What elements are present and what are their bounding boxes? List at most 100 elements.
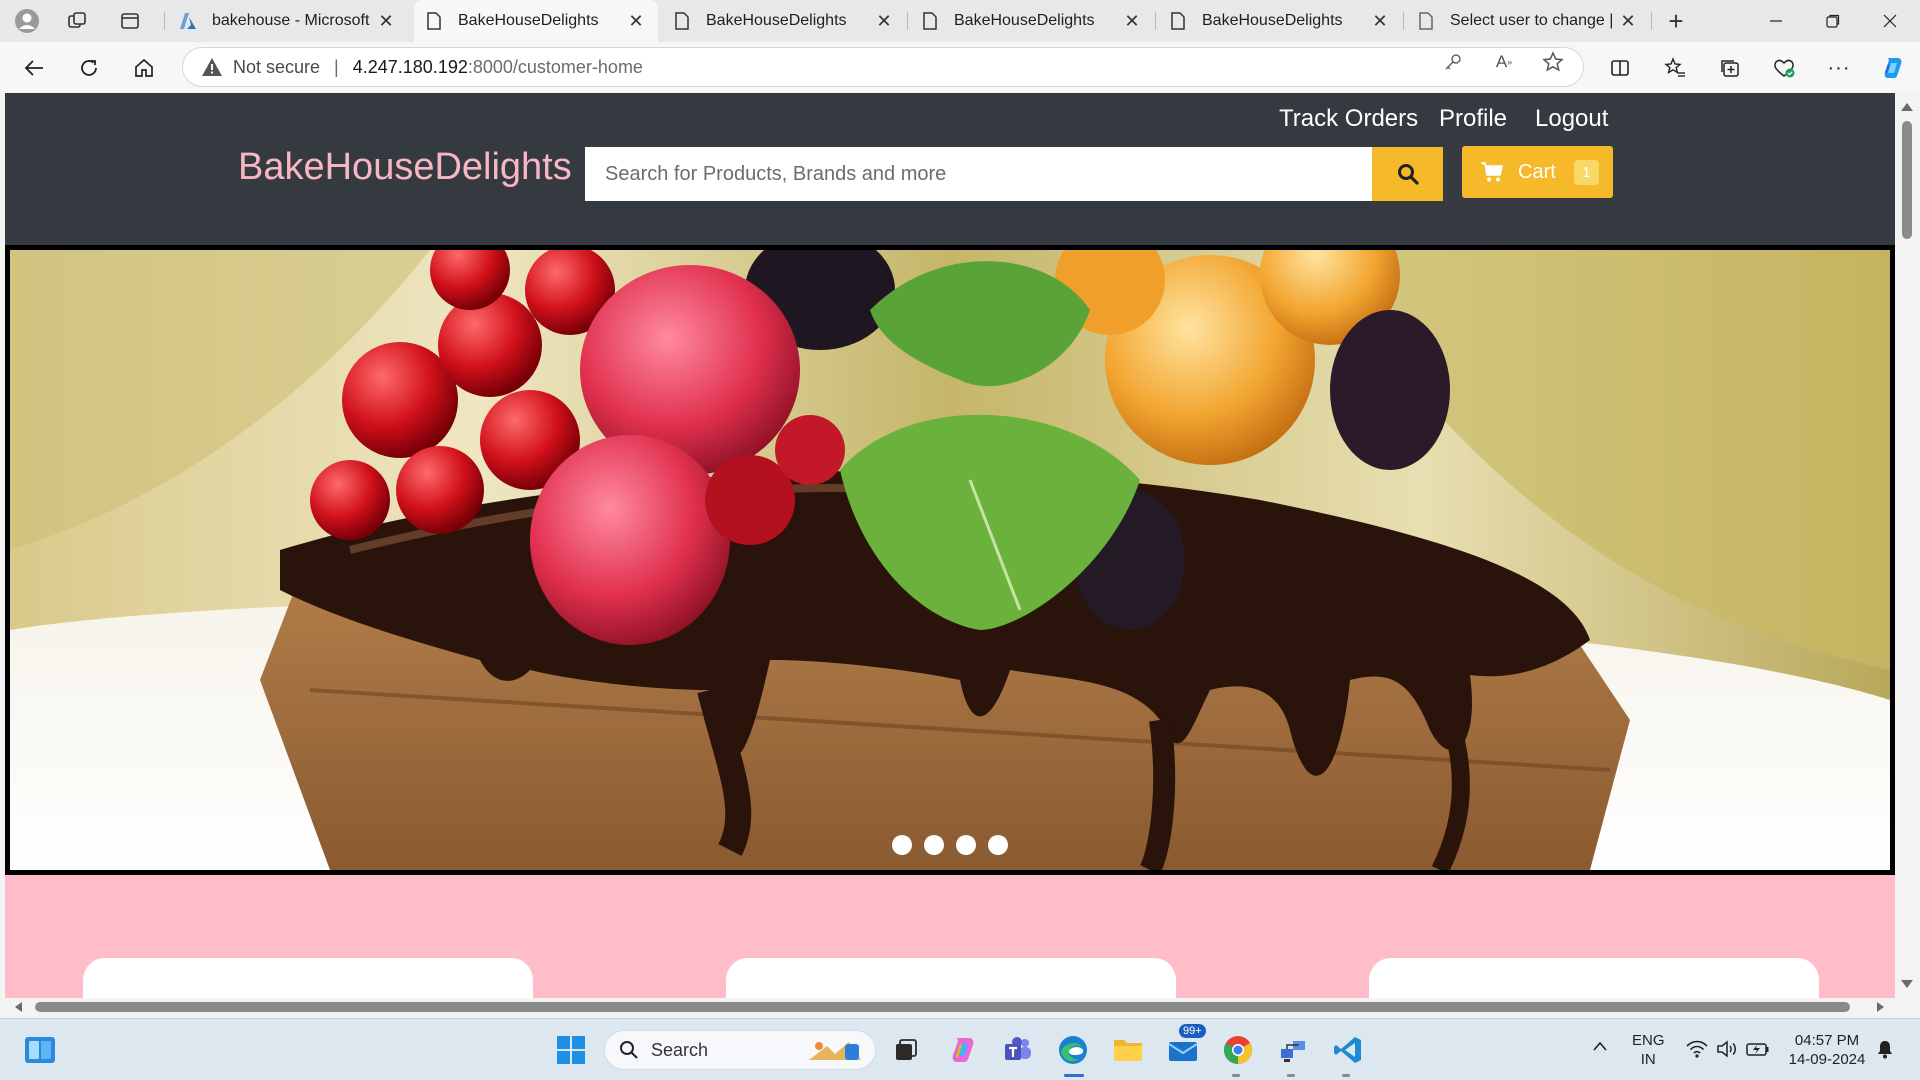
close-icon[interactable]: ✕	[1122, 11, 1142, 32]
vscode-icon[interactable]	[1330, 1032, 1366, 1068]
close-icon[interactable]: ✕	[1370, 11, 1390, 32]
browser-tab-strip: bakehouse - Microsoft Az ✕ BakeHouseDeli…	[0, 0, 1920, 42]
widgets-icon[interactable]	[22, 1032, 58, 1068]
refresh-icon[interactable]	[72, 51, 106, 85]
more-menu-icon[interactable]: ···	[1825, 54, 1853, 82]
vertical-tabs-icon[interactable]	[116, 7, 144, 35]
product-card[interactable]	[726, 958, 1176, 998]
horizontal-scroll-thumb[interactable]	[35, 1002, 1850, 1012]
language-indicator[interactable]: ENG IN	[1632, 1031, 1665, 1069]
windows-start-icon[interactable]	[553, 1032, 589, 1068]
tab-title: bakehouse - Microsoft Az	[212, 12, 370, 29]
edge-icon[interactable]	[1055, 1032, 1091, 1068]
read-aloud-icon[interactable]: A»	[1493, 51, 1515, 73]
browser-essentials-icon[interactable]	[1770, 54, 1798, 82]
cart-count-badge: 1	[1573, 159, 1599, 185]
close-icon[interactable]: ✕	[1618, 11, 1638, 32]
product-card[interactable]	[1369, 958, 1819, 998]
volume-icon[interactable]	[1716, 1040, 1738, 1062]
notification-bell-icon[interactable]	[1876, 1039, 1894, 1063]
page-icon	[675, 12, 689, 30]
page-icon	[1419, 12, 1433, 30]
tab-title: BakeHouseDelights	[706, 12, 847, 29]
carousel-dot-4[interactable]	[988, 835, 1008, 855]
tab-divider	[1651, 12, 1652, 30]
profile-link[interactable]: Profile	[1439, 105, 1507, 133]
search-input[interactable]	[585, 147, 1373, 201]
tab-django-admin[interactable]: Select user to change | Dj ✕	[1406, 0, 1650, 42]
logout-link[interactable]: Logout	[1535, 105, 1608, 133]
page-icon	[427, 12, 441, 30]
brand-logo[interactable]: BakeHouseDelights	[238, 146, 572, 189]
password-key-icon[interactable]	[1442, 51, 1464, 73]
product-card[interactable]	[83, 958, 533, 998]
clock-date: 14-09-2024	[1788, 1051, 1866, 1068]
carousel-dot-1[interactable]	[892, 835, 912, 855]
new-tab-icon[interactable]: +	[1662, 6, 1690, 36]
scroll-left-icon[interactable]	[15, 1002, 22, 1012]
favorite-star-icon[interactable]	[1542, 51, 1564, 73]
tab-bakehouse-4[interactable]: BakeHouseDelights ✕	[1158, 0, 1402, 42]
mail-icon[interactable]: 99+	[1165, 1024, 1206, 1068]
show-hidden-icons[interactable]	[1592, 1039, 1608, 1057]
vertical-scrollbar[interactable]	[1895, 93, 1920, 998]
tab-divider	[1155, 12, 1156, 30]
back-icon[interactable]	[17, 51, 51, 85]
azure-icon	[180, 13, 196, 29]
restore-icon[interactable]	[1805, 0, 1861, 42]
wifi-icon[interactable]	[1686, 1040, 1708, 1062]
scroll-up-icon[interactable]	[1901, 103, 1913, 111]
url-host[interactable]: 4.247.180.192	[353, 57, 468, 78]
workspaces-icon[interactable]	[63, 7, 91, 35]
copilot-taskbar-icon[interactable]	[945, 1032, 981, 1068]
tab-bakehouse-2[interactable]: BakeHouseDelights ✕	[662, 0, 906, 42]
tab-title: BakeHouseDelights	[954, 12, 1095, 29]
taskbar-search[interactable]: Search	[604, 1030, 876, 1070]
minimize-icon[interactable]	[1748, 0, 1804, 42]
cart-label: Cart	[1518, 160, 1556, 183]
tab-bakehouse-active[interactable]: BakeHouseDelights ✕	[414, 0, 658, 42]
file-explorer-icon[interactable]	[1110, 1032, 1146, 1068]
close-window-icon[interactable]	[1862, 0, 1918, 42]
carousel-dot-2[interactable]	[924, 835, 944, 855]
battery-icon[interactable]	[1746, 1040, 1770, 1062]
home-icon[interactable]	[127, 51, 161, 85]
favorites-icon[interactable]	[1661, 54, 1689, 82]
url-path[interactable]: :8000/customer-home	[468, 57, 643, 78]
scroll-down-icon[interactable]	[1901, 980, 1913, 988]
copilot-icon[interactable]	[1879, 54, 1907, 82]
page-icon	[1171, 12, 1185, 30]
security-label[interactable]: Not secure	[233, 57, 320, 78]
close-icon[interactable]: ✕	[376, 11, 396, 32]
clock[interactable]: 04:57 PM 14-09-2024	[1784, 1031, 1870, 1069]
tab-title: BakeHouseDelights	[458, 12, 599, 29]
horizontal-scrollbar[interactable]	[5, 998, 1895, 1016]
split-screen-icon[interactable]	[1606, 54, 1634, 82]
close-icon[interactable]: ✕	[874, 11, 894, 32]
tab-bakehouse-3[interactable]: BakeHouseDelights ✕	[910, 0, 1154, 42]
warning-icon[interactable]	[201, 56, 223, 78]
network-app-icon[interactable]	[1275, 1032, 1311, 1068]
teams-icon[interactable]	[1000, 1032, 1036, 1068]
profile-icon[interactable]	[13, 7, 41, 35]
page-viewport: Track Orders Profile Logout BakeHouseDel…	[5, 93, 1895, 998]
tab-azure[interactable]: bakehouse - Microsoft Az ✕	[168, 0, 408, 42]
cart-button[interactable]: Cart 1	[1462, 146, 1613, 198]
scroll-right-icon[interactable]	[1877, 1002, 1884, 1012]
active-app-indicator	[1064, 1074, 1084, 1077]
chrome-icon[interactable]	[1220, 1032, 1256, 1068]
carousel-indicators	[5, 835, 1895, 855]
track-orders-link[interactable]: Track Orders	[1279, 105, 1418, 133]
mail-badge: 99+	[1179, 1024, 1206, 1038]
address-bar[interactable]: Not secure | 4.247.180.192:8000/customer…	[182, 47, 1584, 87]
close-icon[interactable]: ✕	[626, 11, 646, 32]
search-icon	[1397, 164, 1419, 185]
search-button[interactable]	[1372, 147, 1443, 201]
collections-icon[interactable]	[1716, 54, 1744, 82]
running-indicator	[1287, 1074, 1295, 1077]
task-view-icon[interactable]	[888, 1032, 924, 1068]
site-header: Track Orders Profile Logout BakeHouseDel…	[5, 93, 1895, 245]
hero-carousel[interactable]	[5, 245, 1895, 875]
carousel-dot-3[interactable]	[956, 835, 976, 855]
vertical-scroll-thumb[interactable]	[1902, 121, 1912, 239]
